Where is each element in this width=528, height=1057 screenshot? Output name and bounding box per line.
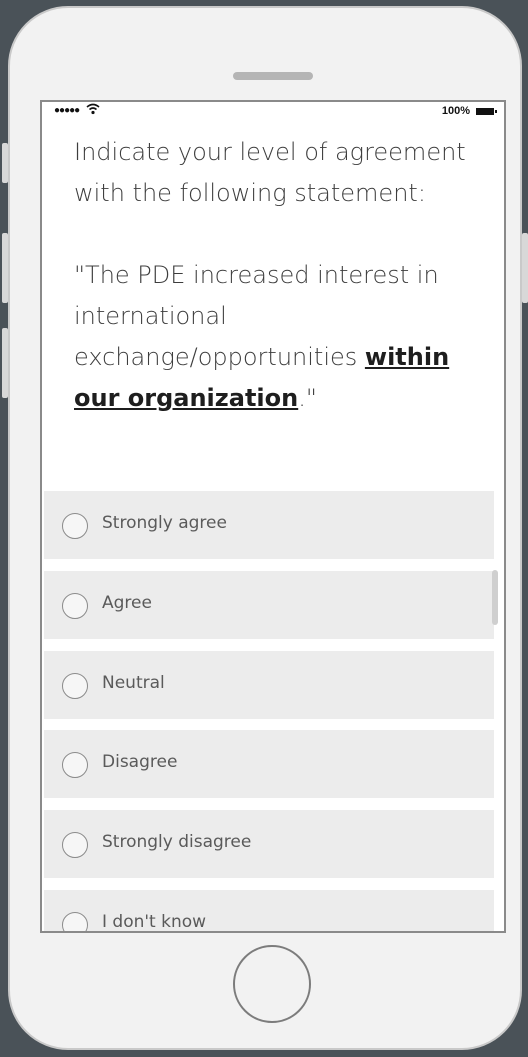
signal-strength-icon: ●●●●● xyxy=(54,105,80,116)
status-bar: ●●●●● 100% xyxy=(42,102,504,122)
battery-icon xyxy=(476,108,497,115)
statement-suffix: ." xyxy=(298,384,317,412)
home-button[interactable] xyxy=(233,945,311,1023)
phone-screen: ●●●●● 100% Indicate your level of agreem… xyxy=(40,100,506,933)
option-label: Strongly disagree xyxy=(102,832,252,852)
radio-button[interactable] xyxy=(62,673,88,699)
option-dont-know[interactable]: I don't know xyxy=(44,890,494,932)
option-label: I don't know xyxy=(102,912,207,932)
option-label: Agree xyxy=(102,593,152,613)
option-strongly-disagree[interactable]: Strongly disagree xyxy=(44,810,494,878)
radio-button[interactable] xyxy=(62,832,88,858)
question-prompt: Indicate your level of agreement with th… xyxy=(74,138,466,207)
option-agree[interactable]: Agree xyxy=(44,571,494,639)
wifi-icon xyxy=(86,102,100,119)
radio-button[interactable] xyxy=(62,752,88,778)
phone-frame: ●●●●● 100% Indicate your level of agreem… xyxy=(2,6,528,1050)
battery-percent: 100% xyxy=(441,105,470,117)
option-strongly-agree[interactable]: Strongly agree xyxy=(44,491,494,559)
option-disagree[interactable]: Disagree xyxy=(44,730,494,798)
option-label: Neutral xyxy=(102,673,165,693)
radio-button[interactable] xyxy=(62,912,88,931)
option-label: Disagree xyxy=(102,752,178,772)
option-label: Strongly agree xyxy=(102,513,227,533)
option-neutral[interactable]: Neutral xyxy=(44,651,494,719)
speaker-grille xyxy=(233,72,313,80)
mute-switch xyxy=(2,143,8,183)
question-statement: "The PDE increased interest in internati… xyxy=(74,255,484,419)
power-button xyxy=(522,233,528,303)
volume-down-button xyxy=(2,328,8,398)
radio-button[interactable] xyxy=(62,513,88,539)
radio-button[interactable] xyxy=(62,593,88,619)
question-text: Indicate your level of agreement with th… xyxy=(74,132,484,419)
volume-up-button xyxy=(2,233,8,303)
scrollbar-thumb[interactable] xyxy=(492,570,498,625)
